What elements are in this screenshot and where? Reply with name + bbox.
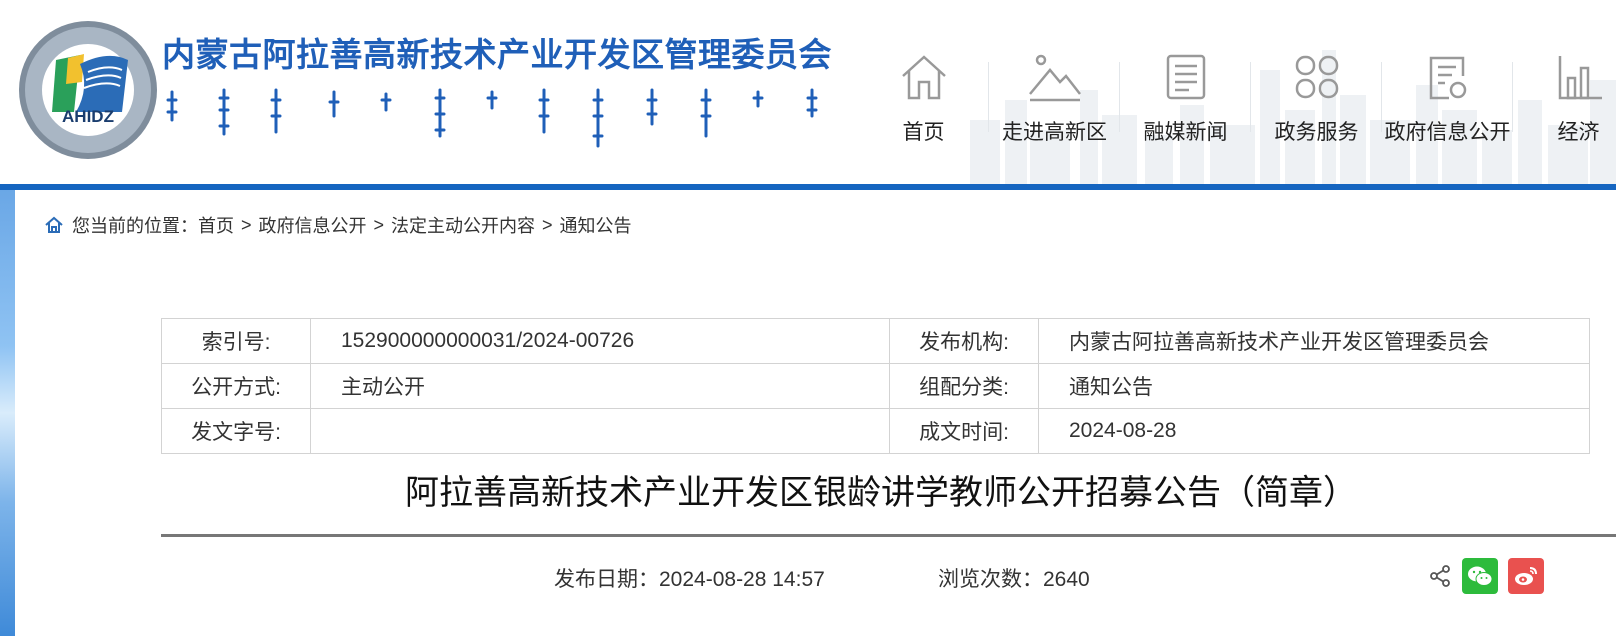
meta-value — [310, 408, 890, 454]
ahidz-logo[interactable]: AHIDZ — [18, 20, 158, 160]
view-count-value: 2640 — [1043, 568, 1090, 591]
share-bar — [1428, 558, 1544, 594]
nav-label: 融媒新闻 — [1143, 121, 1228, 144]
table-row: 索引号: 152900000000031/2024-00726 发布机构: 内蒙… — [161, 318, 1590, 364]
meta-label: 发布机构: — [889, 318, 1039, 364]
publish-date-label: 发布日期： — [554, 568, 659, 591]
breadcrumb: 您当前的位置： 首页 > 政府信息公开 > 法定主动公开内容 > 通知公告 — [44, 212, 632, 238]
share-icon[interactable] — [1428, 564, 1452, 588]
breadcrumb-separator: > — [373, 214, 385, 235]
mongolian-script-title — [166, 88, 818, 148]
meta-value: 内蒙古阿拉善高新技术产业开发区管理委员会 — [1038, 318, 1590, 364]
view-count-label: 浏览次数： — [938, 568, 1043, 591]
breadcrumb-gov-disclosure[interactable]: 政府信息公开 — [259, 212, 367, 238]
main-nav: 首页 走进高新区 融媒新闻 政务服务 政府信息公开 经济 — [858, 44, 1616, 154]
meta-label: 索引号: — [161, 318, 311, 364]
meta-value: 2024-08-28 — [1038, 408, 1590, 454]
nav-home[interactable]: 首页 — [858, 44, 989, 154]
wechat-icon — [1468, 566, 1493, 586]
header-accent-bar — [0, 184, 1616, 190]
svg-text:AHIDZ: AHIDZ — [62, 107, 114, 126]
nav-gov-disclosure[interactable]: 政府信息公开 — [1382, 44, 1513, 154]
weibo-share-button[interactable] — [1508, 558, 1544, 594]
meta-value: 主动公开 — [310, 363, 890, 409]
view-count: 浏览次数：2640 — [938, 563, 1090, 593]
meta-label: 公开方式: — [161, 363, 311, 409]
nav-label: 政府信息公开 — [1384, 121, 1511, 144]
breadcrumb-separator: > — [241, 214, 252, 235]
breadcrumb-prefix: 您当前的位置： — [72, 216, 198, 236]
document-meta-table: 索引号: 152900000000031/2024-00726 发布机构: 内蒙… — [161, 318, 1590, 454]
side-background-strip — [0, 190, 15, 636]
meta-label: 组配分类: — [889, 363, 1039, 409]
meta-value: 通知公告 — [1038, 363, 1590, 409]
publish-date-value: 2024-08-28 14:57 — [659, 568, 825, 591]
meta-label: 成文时间: — [889, 408, 1039, 454]
table-row: 发文字号: 成文时间: 2024-08-28 — [161, 408, 1590, 454]
landscape-icon — [1028, 54, 1081, 102]
news-icon — [1166, 54, 1205, 100]
article-title: 阿拉善高新技术产业开发区银龄讲学教师公开招募公告（简章） — [405, 474, 1357, 512]
services-grid-icon — [1295, 55, 1338, 99]
nav-label: 走进高新区 — [1002, 121, 1107, 144]
breadcrumb-statutory-content[interactable]: 法定主动公开内容 — [391, 212, 535, 238]
nav-label: 经济 — [1557, 121, 1600, 144]
nav-media-news[interactable]: 融媒新闻 — [1120, 44, 1251, 154]
breadcrumb-notices[interactable]: 通知公告 — [560, 212, 632, 238]
publish-date: 发布日期：2024-08-28 14:57 — [554, 563, 825, 593]
document-disclosure-icon — [1429, 56, 1466, 100]
breadcrumb-home[interactable]: 首页 — [198, 212, 234, 238]
nav-gov-services[interactable]: 政务服务 — [1251, 44, 1382, 154]
site-title[interactable]: 内蒙古阿拉善高新技术产业开发区管理委员会 — [162, 28, 832, 76]
home-icon[interactable] — [44, 215, 64, 235]
weibo-icon — [1515, 567, 1537, 585]
meta-label: 发文字号: — [161, 408, 311, 454]
chart-icon — [1558, 56, 1602, 100]
site-header: AHIDZ 内蒙古阿拉善高新技术产业开发区管理委员会 首页 走进高新区 融媒新闻… — [0, 0, 1616, 184]
table-row: 公开方式: 主动公开 组配分类: 通知公告 — [161, 363, 1590, 409]
wechat-share-button[interactable] — [1462, 558, 1498, 594]
home-icon — [901, 55, 946, 100]
nav-economy[interactable]: 经济 — [1513, 44, 1616, 154]
nav-about-zone[interactable]: 走进高新区 — [989, 44, 1120, 154]
nav-label: 首页 — [902, 121, 945, 144]
breadcrumb-separator: > — [542, 214, 553, 235]
title-divider — [161, 534, 1616, 537]
meta-value: 152900000000031/2024-00726 — [310, 318, 890, 364]
nav-label: 政务服务 — [1274, 121, 1359, 144]
